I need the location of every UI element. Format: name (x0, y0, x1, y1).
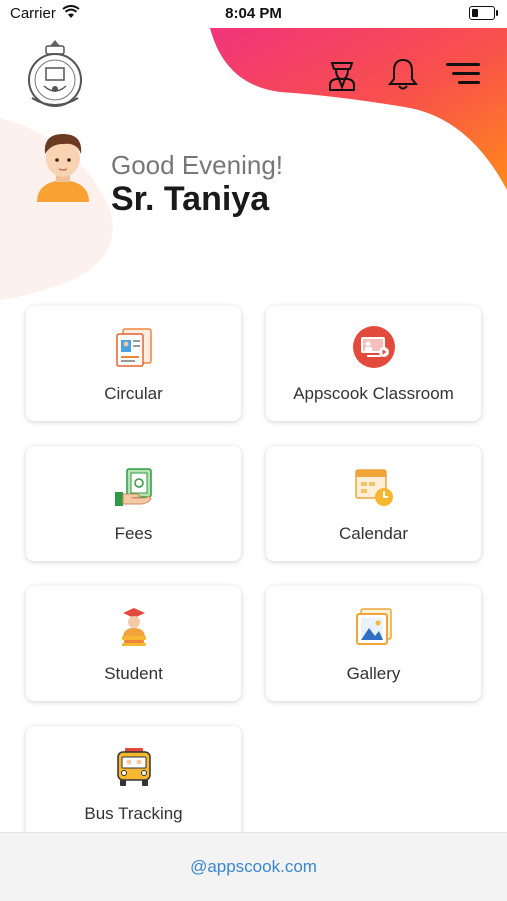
footer-link[interactable]: @appscook.com (190, 857, 317, 877)
menu-icon[interactable] (446, 56, 480, 92)
bell-icon[interactable] (386, 56, 420, 92)
school-logo (28, 40, 82, 107)
bus-tracking-card[interactable]: Bus Tracking (26, 726, 241, 841)
fees-card[interactable]: Fees (26, 446, 241, 561)
student-label: Student (104, 664, 163, 683)
classroom-icon (352, 326, 395, 368)
calendar-label: Calendar (339, 524, 408, 543)
fees-label: Fees (114, 524, 153, 543)
greeting-text: Good Evening! (111, 150, 284, 180)
bus-icon (113, 746, 155, 788)
circular-card[interactable]: Circular (26, 306, 241, 421)
classroom-card[interactable]: Appscook Classroom (266, 306, 481, 421)
classroom-label: Appscook Classroom (293, 384, 454, 403)
gallery-label: Gallery (346, 664, 401, 683)
circular-icon (113, 326, 155, 368)
battery-icon (469, 6, 498, 20)
student-card[interactable]: Student (26, 586, 241, 701)
status-bar: Carrier 8:04 PM (0, 0, 507, 28)
fees-icon (113, 466, 155, 508)
teacher-icon[interactable] (325, 56, 359, 92)
footer: @appscook.com (0, 832, 507, 901)
bus-tracking-label: Bus Tracking (84, 804, 183, 823)
calendar-card[interactable]: Calendar (266, 446, 481, 561)
status-time: 8:04 PM (225, 5, 282, 22)
user-name: Sr. Taniya (111, 180, 270, 218)
gallery-card[interactable]: Gallery (266, 586, 481, 701)
student-icon (113, 606, 155, 648)
calendar-icon (353, 466, 395, 508)
gallery-icon (353, 606, 395, 648)
circular-label: Circular (104, 384, 163, 403)
avatar (37, 134, 89, 202)
